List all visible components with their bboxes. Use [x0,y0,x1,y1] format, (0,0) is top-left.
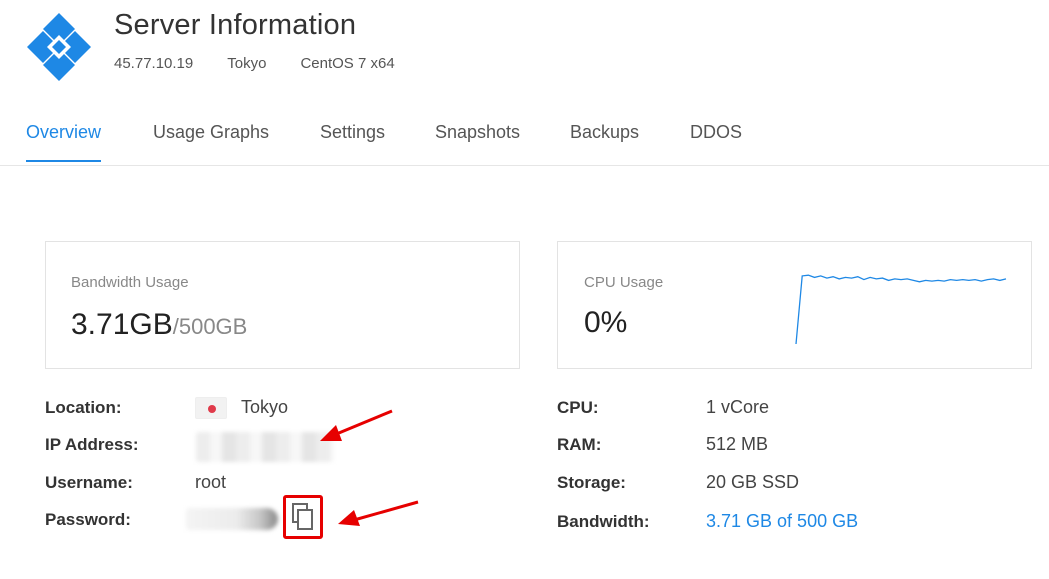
server-location: Tokyo [227,55,267,72]
cpu-value: 1 vCore [706,397,770,417]
cpu-label: CPU: [557,398,599,417]
tab-snapshots[interactable]: Snapshots [435,122,520,160]
username-label: Username: [45,473,133,492]
bandwidth-usage-label: Bandwidth Usage [71,274,189,291]
copy-icon [292,503,313,530]
server-ip: 45.77.10.19 [114,55,194,72]
server-os: CentOS 7 x64 [300,55,395,72]
username-value: root [195,472,227,492]
tab-usage-graphs[interactable]: Usage Graphs [153,122,269,160]
tab-ddos[interactable]: DDOS [690,122,742,160]
location-value: Tokyo [241,397,289,417]
ip-address-value-redacted [196,432,334,462]
ram-label: RAM: [557,435,602,454]
cpu-usage-card: CPU Usage 0% [557,241,1032,369]
tab-overview[interactable]: Overview [26,122,102,162]
tab-bar: Overview Usage Graphs Settings Snapshots… [0,98,1049,166]
cpu-usage-label: CPU Usage [584,274,664,291]
cpu-usage-value: 0% [584,306,628,339]
page-title: Server Information [114,9,357,41]
bandwidth-value-link[interactable]: 3.71 GB of 500 GB [706,511,858,532]
bandwidth-usage-value: 3.71GB/500GB [71,308,247,342]
password-value-redacted [186,508,278,530]
bandwidth-usage-card: Bandwidth Usage 3.71GB/500GB [45,241,520,369]
bandwidth-label: Bandwidth: [557,512,650,531]
password-label: Password: [45,510,131,529]
cpu-usage-sparkline [795,274,1007,345]
location-label: Location: [45,398,122,417]
annotation-arrow-password [338,500,419,526]
ram-value: 512 MB [706,434,769,454]
ip-address-label: IP Address: [45,435,139,454]
bandwidth-used: 3.71GB [71,308,173,341]
bandwidth-total: /500GB [172,314,248,339]
server-meta: 45.77.10.19 Tokyo CentOS 7 x64 [114,55,429,72]
vultr-logo-icon [27,13,91,81]
tab-backups[interactable]: Backups [570,122,639,160]
tab-settings[interactable]: Settings [320,122,385,160]
japan-flag-icon [195,397,227,419]
copy-password-button[interactable] [283,495,323,539]
annotation-arrow-ip [320,409,393,441]
storage-value: 20 GB SSD [706,472,800,492]
storage-label: Storage: [557,473,626,492]
